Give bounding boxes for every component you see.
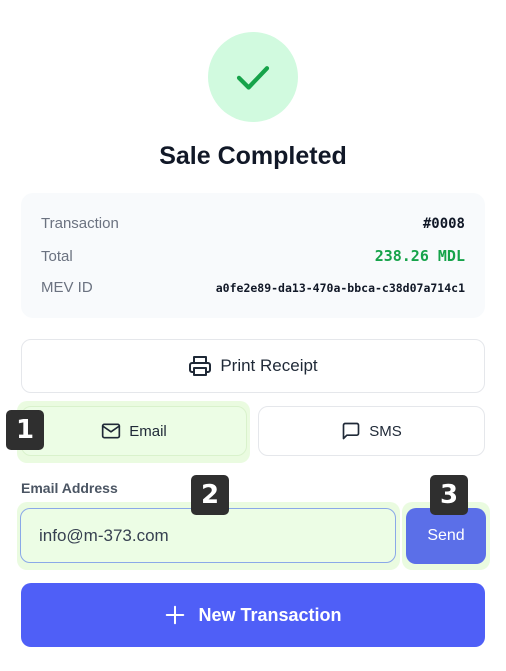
annotation-badge-1: 1 bbox=[6, 410, 44, 450]
printer-icon bbox=[189, 356, 212, 376]
transaction-summary: Transaction #0008 Total 238.26 MDL MEV I… bbox=[21, 193, 485, 318]
send-button[interactable]: Send bbox=[406, 508, 486, 564]
email-tab-button[interactable]: Email bbox=[21, 406, 247, 456]
check-icon bbox=[236, 66, 270, 90]
new-transaction-button[interactable]: New Transaction bbox=[21, 583, 485, 647]
annotation-badge-2: 2 bbox=[191, 475, 229, 515]
plus-icon bbox=[166, 605, 185, 625]
mev-label: MEV ID bbox=[41, 279, 93, 296]
sms-tab-label: SMS bbox=[369, 422, 402, 440]
mev-row: MEV ID a0fe2e89-da13-470a-bbca-c38d07a71… bbox=[41, 279, 465, 296]
print-receipt-button[interactable]: Print Receipt bbox=[21, 339, 485, 393]
mev-id: a0fe2e89-da13-470a-bbca-c38d07a714c1 bbox=[215, 280, 465, 295]
email-field[interactable] bbox=[20, 508, 396, 563]
page-title: Sale Completed bbox=[159, 142, 347, 170]
total-row: Total 238.26 MDL bbox=[41, 247, 465, 265]
transaction-number: #0008 bbox=[422, 215, 465, 232]
annotation-badge-3: 3 bbox=[430, 475, 468, 515]
success-badge bbox=[208, 32, 298, 122]
total-label: Total bbox=[41, 247, 73, 265]
transaction-row: Transaction #0008 bbox=[41, 215, 465, 232]
sms-tab-button[interactable]: SMS bbox=[258, 406, 485, 456]
print-receipt-label: Print Receipt bbox=[220, 356, 318, 375]
message-icon bbox=[342, 422, 360, 440]
total-amount: 238.26 MDL bbox=[374, 247, 465, 265]
transaction-label: Transaction bbox=[41, 215, 119, 232]
email-address-label: Email Address bbox=[21, 480, 118, 496]
new-transaction-label: New Transaction bbox=[198, 604, 342, 625]
mail-icon bbox=[102, 423, 121, 439]
email-tab-label: Email bbox=[129, 422, 167, 440]
